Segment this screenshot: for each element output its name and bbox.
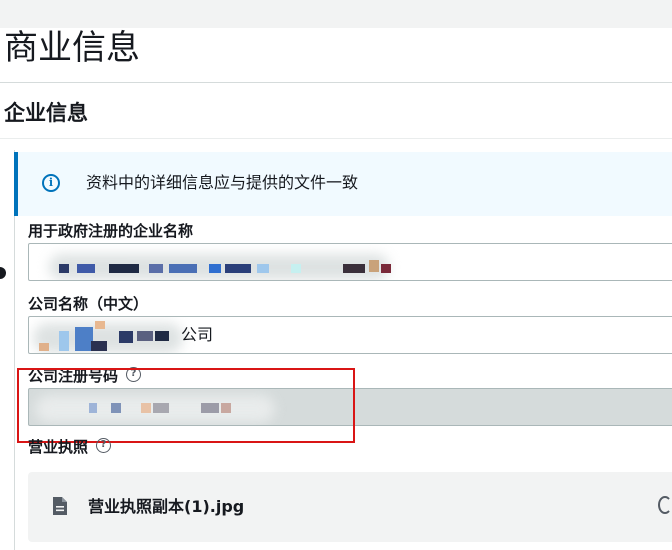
license-label-text: 营业执照 bbox=[28, 438, 89, 456]
redaction-pixel bbox=[77, 264, 95, 273]
redaction-pixel bbox=[381, 264, 391, 273]
redaction-pixel bbox=[209, 264, 221, 273]
redaction-pixel bbox=[257, 264, 269, 273]
title-divider bbox=[0, 82, 672, 83]
redaction-pixel bbox=[59, 264, 69, 273]
redaction-pixel bbox=[39, 343, 49, 351]
redaction-pixel bbox=[111, 403, 121, 413]
redaction-pixel bbox=[369, 260, 379, 272]
top-strip bbox=[0, 0, 672, 28]
reg-number-label: 公司注册号码? bbox=[28, 366, 142, 386]
file-action-icon[interactable] bbox=[658, 496, 672, 514]
info-alert-text: 资料中的详细信息应与提供的文件一致 bbox=[86, 173, 359, 192]
redaction-pixel bbox=[91, 341, 107, 351]
redaction-pixel bbox=[153, 403, 169, 413]
business-info-page: 商业信息 企业信息 i 资料中的详细信息应与提供的文件一致 用于政府注册的企业名… bbox=[0, 0, 672, 550]
page-title: 商业信息 bbox=[4, 28, 140, 68]
redaction-pixel bbox=[221, 403, 231, 413]
cn-name-input[interactable]: 公司 bbox=[28, 316, 672, 354]
redaction-pixel bbox=[291, 264, 301, 273]
cn-name-label: 公司名称（中文） bbox=[28, 295, 149, 313]
redaction-pixel bbox=[95, 321, 105, 329]
redaction-pixel bbox=[59, 331, 69, 351]
redaction-pixel bbox=[155, 331, 169, 341]
document-icon bbox=[53, 497, 67, 515]
redaction-pixel bbox=[89, 403, 97, 413]
redaction-pixel bbox=[141, 403, 151, 413]
redaction-pixel bbox=[201, 403, 219, 413]
info-alert: i 资料中的详细信息应与提供的文件一致 bbox=[14, 152, 672, 216]
license-file-card[interactable]: 营业执照副本(1).jpg bbox=[28, 472, 672, 542]
help-icon[interactable]: ? bbox=[96, 438, 112, 453]
redaction-pixel bbox=[343, 264, 365, 273]
reg-number-label-text: 公司注册号码 bbox=[28, 367, 119, 385]
section-divider bbox=[0, 138, 672, 139]
cn-name-visible-suffix: 公司 bbox=[181, 325, 214, 344]
redaction-pixel bbox=[119, 331, 133, 343]
redaction-pixel bbox=[149, 264, 163, 273]
info-icon: i bbox=[42, 174, 60, 192]
reg-number-input bbox=[28, 388, 672, 426]
license-label: 营业执照? bbox=[28, 437, 112, 457]
help-icon[interactable]: ? bbox=[126, 367, 142, 382]
redaction-pixel bbox=[137, 331, 153, 341]
gov-name-input[interactable] bbox=[28, 243, 672, 281]
radio-indicator[interactable] bbox=[0, 267, 6, 279]
redaction-pixel bbox=[225, 264, 251, 273]
redaction-pixel bbox=[109, 264, 139, 273]
redaction-pixel bbox=[169, 264, 197, 273]
license-file-name[interactable]: 营业执照副本(1).jpg bbox=[88, 496, 244, 518]
section-title: 企业信息 bbox=[4, 101, 88, 125]
gov-name-label: 用于政府注册的企业名称 bbox=[28, 222, 194, 240]
